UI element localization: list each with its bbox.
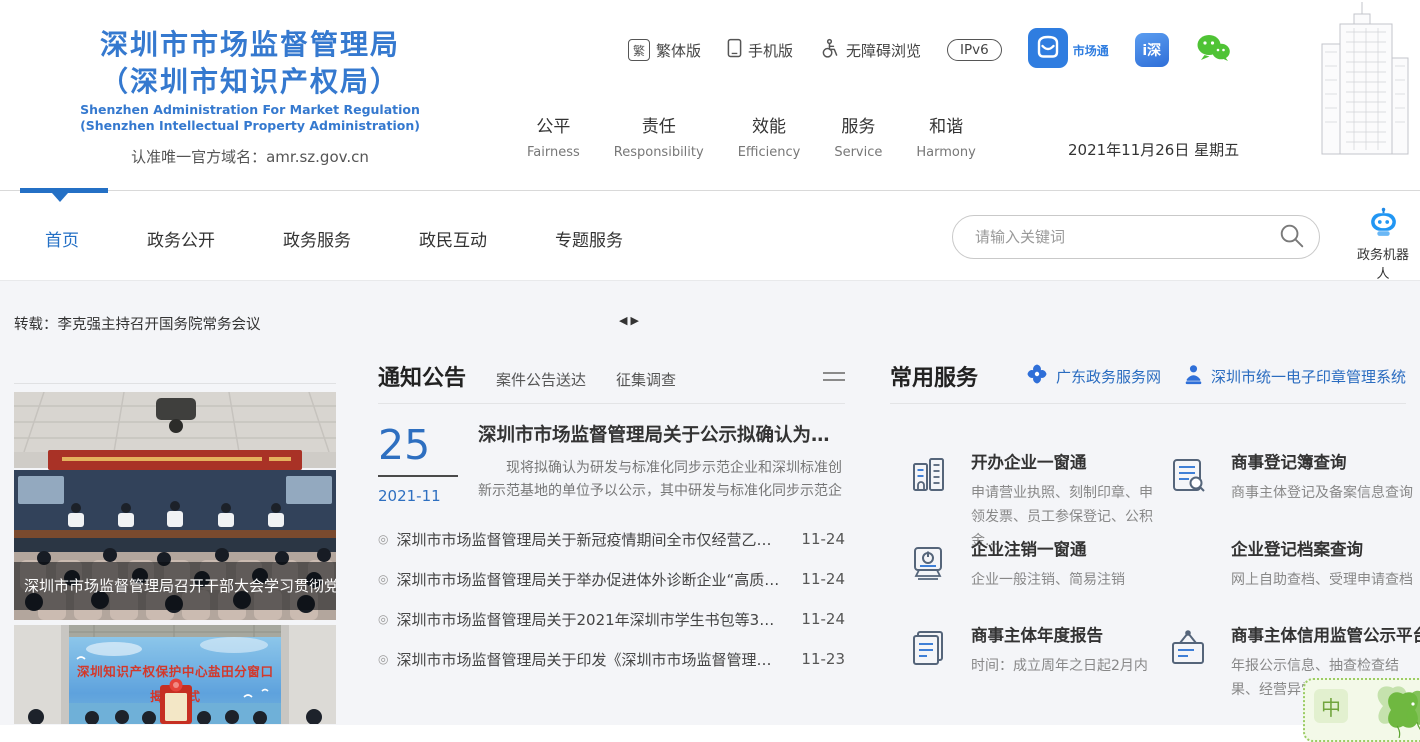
report-document-icon xyxy=(905,625,951,671)
gov-robot-widget[interactable]: 政务机器人 xyxy=(1352,207,1414,282)
service-archive-search[interactable]: 企业登记档案查询 网上自助查档、受理申请查档 xyxy=(1165,536,1413,592)
guangdong-gov-service-link[interactable]: 广东政务服务网 xyxy=(1025,362,1161,390)
value-fairness: 公平Fairness xyxy=(527,112,580,160)
bullet-icon: ◎ xyxy=(378,652,388,666)
service-registry-search[interactable]: 商事登记簿查询 商事主体登记及备案信息查询 xyxy=(1165,449,1413,505)
power-terminal-icon xyxy=(905,539,951,585)
pinwheel-icon xyxy=(1025,362,1049,390)
search-box[interactable] xyxy=(952,215,1320,259)
value-service: 服务Service xyxy=(834,112,882,160)
value-harmony: 和谐Harmony xyxy=(916,112,975,160)
svg-text:深圳知识产权保护中心盐田分窗口: 深圳知识产权保护中心盐田分窗口 xyxy=(77,664,273,679)
ceremony-photo: 深圳知识产权保护中心盐田分窗口 揭牌仪式 xyxy=(14,625,336,724)
services-grid: 开办企业一窗通 申请营业执照、刻制印章、申领发票、员工参保登记、公积金... 商… xyxy=(890,414,1406,704)
nav-special-services[interactable]: 专题服务 xyxy=(555,226,623,251)
floating-green-widget[interactable]: 中 xyxy=(1303,678,1420,742)
tab-case-announcements[interactable]: 案件公告送达 xyxy=(496,369,586,390)
carousel-slide-ceremony[interactable]: 深圳知识产权保护中心盐田分窗口 揭牌仪式 xyxy=(14,625,336,724)
notice-item[interactable]: ◎ 深圳市市场监督管理局关于新冠疫情期间全市仅经营乙类非... 11-24 xyxy=(378,519,845,559)
traditional-chinese-icon: 繁 xyxy=(628,39,650,61)
featured-title[interactable]: 深圳市市场监督管理局关于公示拟确认为研发与标... xyxy=(478,421,845,447)
site-header: 深圳市市场监督管理局 （深圳市知识产权局） Shenzhen Administr… xyxy=(0,0,1420,190)
utility-bar: 繁 繁体版 手机版 无障碍浏览 IPv6 市场通 i深 xyxy=(628,28,1231,72)
notice-list: ◎ 深圳市市场监督管理局关于新冠疫情期间全市仅经营乙类非... 11-24 ◎ … xyxy=(378,519,845,679)
seal-person-icon xyxy=(1183,364,1204,389)
site-title-en: Shenzhen Administration For Market Regul… xyxy=(25,102,475,134)
document-search-icon xyxy=(1165,452,1211,498)
carousel-divider xyxy=(14,383,336,384)
clover-leaves-icon xyxy=(1353,680,1420,742)
featured-date-rule xyxy=(378,475,458,477)
notices-divider xyxy=(378,403,845,404)
nav-interaction[interactable]: 政民互动 xyxy=(419,226,487,251)
services-divider xyxy=(890,403,1406,404)
notice-item[interactable]: ◎ 深圳市市场监督管理局关于印发《深圳市市场监督管理局商... 11-23 xyxy=(378,639,845,679)
slide-caption: 深圳市市场监督管理局召开干部大会学习贯彻党的十... xyxy=(14,562,336,610)
robot-icon xyxy=(1367,223,1400,242)
nav-gov-info[interactable]: 政务公开 xyxy=(147,226,215,251)
notice-item[interactable]: ◎ 深圳市市场监督管理局关于举办促进体外诊断企业“高质量... 11-24 xyxy=(378,559,845,599)
service-deregistration[interactable]: 企业注销一窗通 企业一般注销、简易注销 xyxy=(905,536,1153,592)
mobile-version-link[interactable]: 手机版 xyxy=(727,38,793,62)
official-domain-note: 认准唯一官方域名：amr.sz.gov.cn xyxy=(25,146,475,167)
green-widget-label: 中 xyxy=(1314,689,1348,723)
main-navigation: 首页 政务公开 政务服务 政民互动 专题服务 政务机器人 xyxy=(0,190,1420,281)
bullet-icon: ◎ xyxy=(378,532,388,546)
ticker-prev-icon[interactable]: ◀ xyxy=(619,314,630,327)
services-section: 常用服务 广东政务服务网 xyxy=(890,360,1406,704)
carousel-slide-meeting[interactable]: 深圳市市场监督管理局召开干部大会学习贯彻党的十... xyxy=(14,392,336,620)
service-annual-report[interactable]: 商事主体年度报告 时间：成立周年之日起2月内 xyxy=(905,622,1153,678)
featured-month: 2021-11 xyxy=(378,487,478,505)
robot-label: 政务机器人 xyxy=(1352,244,1414,282)
i-shenzhen-app-icon[interactable]: i深 xyxy=(1135,33,1169,67)
notices-more-icon[interactable] xyxy=(823,363,845,390)
notices-section: 通知公告 案件公告送达 征集调查 25 2021-11 深圳市市场监督管理局关于… xyxy=(378,360,845,679)
active-tab-arrow xyxy=(52,193,68,202)
featured-notice[interactable]: 25 2021-11 深圳市市场监督管理局关于公示拟确认为研发与标... 现将拟… xyxy=(378,421,845,505)
search-input[interactable] xyxy=(973,227,1278,247)
nav-gov-services[interactable]: 政务服务 xyxy=(283,226,351,251)
traditional-chinese-link[interactable]: 繁 繁体版 xyxy=(628,39,701,61)
tab-surveys[interactable]: 征集调查 xyxy=(616,369,676,390)
market-app-link[interactable]: 市场通 xyxy=(1028,28,1109,72)
nav-home[interactable]: 首页 xyxy=(45,226,79,251)
bullet-icon: ◎ xyxy=(378,612,388,626)
site-title-cn: 深圳市市场监督管理局 （深圳市知识产权局） xyxy=(25,26,475,100)
featured-day: 25 xyxy=(378,423,478,467)
featured-date: 25 2021-11 xyxy=(378,421,478,505)
ipv6-badge[interactable]: IPv6 xyxy=(947,39,1002,61)
core-values: 公平Fairness 责任Responsibility 效能Efficiency… xyxy=(527,112,976,160)
current-date: 2021年11月26日 星期五 xyxy=(1068,139,1239,160)
value-efficiency: 效能Efficiency xyxy=(738,112,801,160)
services-title: 常用服务 xyxy=(890,360,978,392)
wechat-icon[interactable] xyxy=(1195,33,1231,67)
bullet-icon: ◎ xyxy=(378,572,388,586)
site-logo[interactable]: 深圳市市场监督管理局 （深圳市知识产权局） Shenzhen Administr… xyxy=(25,26,475,167)
building-icon xyxy=(905,452,951,498)
value-responsibility: 责任Responsibility xyxy=(614,112,704,160)
building-illustration xyxy=(1310,0,1420,158)
search-icon[interactable] xyxy=(1278,222,1305,253)
hanging-sign-icon xyxy=(1165,625,1211,671)
notice-item[interactable]: ◎ 深圳市市场监督管理局关于2021年深圳市学生书包等3类产... 11-24 xyxy=(378,599,845,639)
ticker-arrows[interactable]: ◀▶ xyxy=(619,314,642,327)
accessibility-link[interactable]: 无障碍浏览 xyxy=(819,38,921,63)
mobile-phone-icon xyxy=(727,38,742,62)
news-ticker[interactable]: 转载：李克强主持召开国务院常务会议 xyxy=(14,313,261,334)
notices-title: 通知公告 xyxy=(378,360,466,392)
e-seal-system-link[interactable]: 深圳市统一电子印章管理系统 xyxy=(1183,362,1406,390)
featured-summary: 现将拟确认为研发与标准化同步示范企业和深圳标准创新示范基地的单位予以公示，其中研… xyxy=(478,457,845,503)
wheelchair-icon xyxy=(819,38,840,63)
market-app-icon xyxy=(1028,28,1068,72)
ticker-next-icon[interactable]: ▶ xyxy=(630,314,641,327)
